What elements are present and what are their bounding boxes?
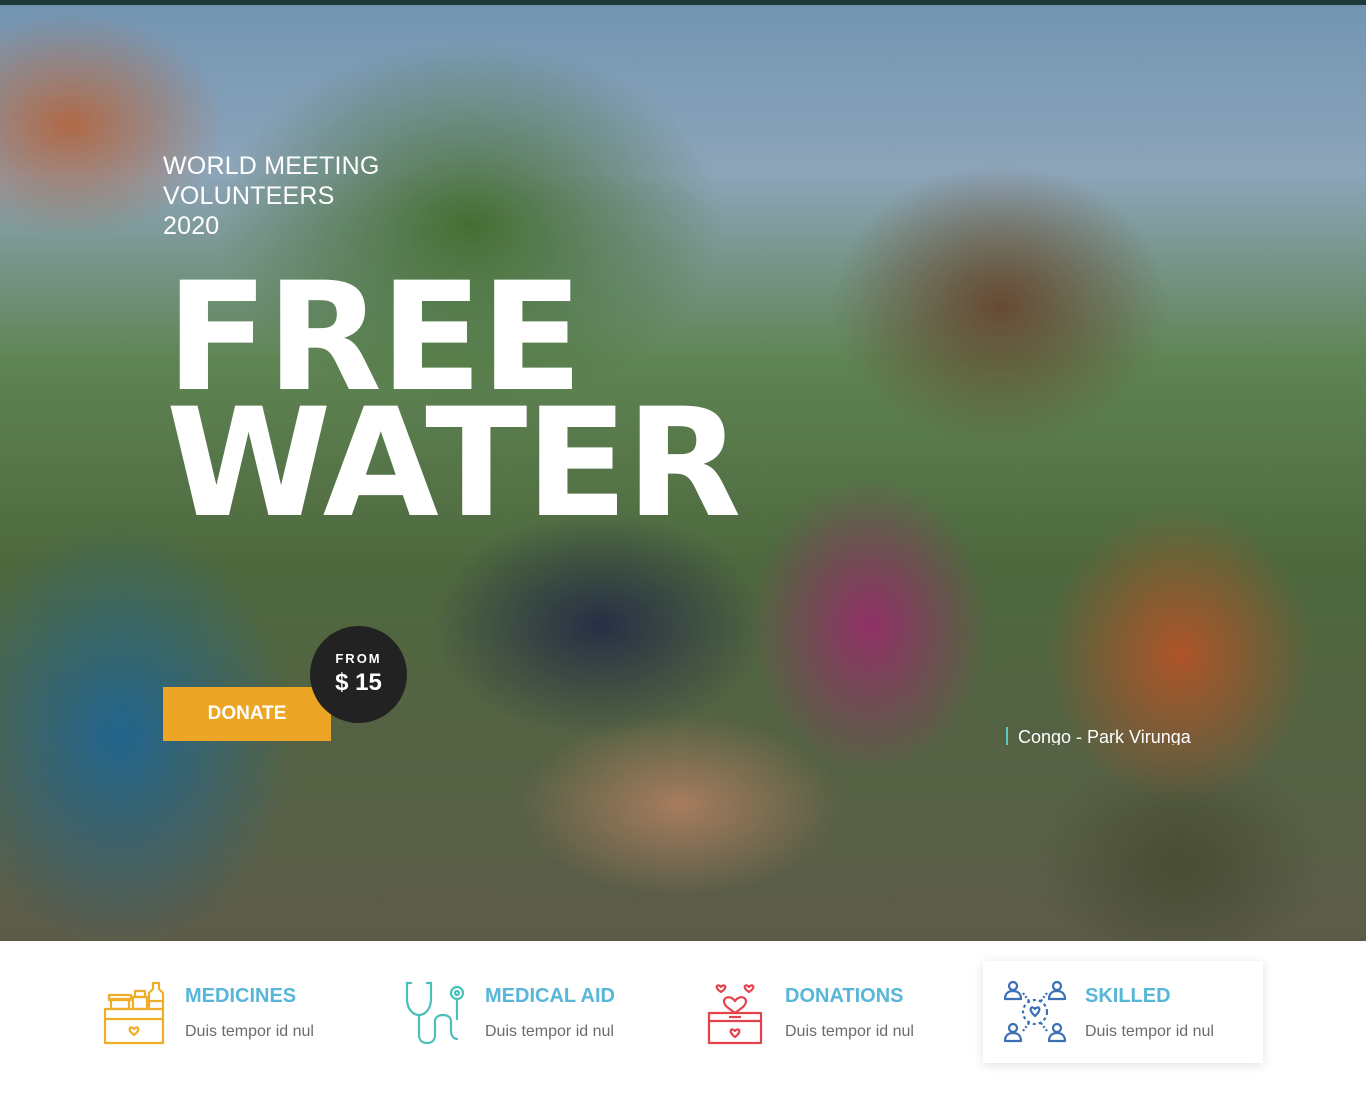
feature-title: DONATIONS [785, 985, 904, 1007]
hero-headline: FREE WATER [166, 263, 741, 551]
feature-description: Duis tempor id nul [785, 1023, 914, 1040]
price-label: FROM [335, 651, 382, 666]
feature-description: Duis tempor id nul [485, 1023, 614, 1040]
feature-medical-aid[interactable]: MEDICAL AID Duis tempor id nul [383, 961, 663, 1063]
feature-description: Duis tempor id nul [185, 1023, 314, 1040]
medicines-icon [103, 981, 165, 1045]
eyebrow-line: WORLD MEETING [163, 152, 380, 180]
donate-button[interactable]: DONATE [163, 687, 331, 741]
price-value: $ 15 [335, 669, 382, 696]
features-strip: MEDICINES Duis tempor id nul MEDICAL AID… [0, 941, 1366, 1093]
location-caption: Congo - Park Virunga [1006, 727, 1191, 745]
stethoscope-icon [405, 981, 465, 1045]
feature-medicines[interactable]: MEDICINES Duis tempor id nul [83, 961, 363, 1063]
volunteers-network-icon [1003, 980, 1067, 1043]
feature-skilled[interactable]: SKILLED Duis tempor id nul [983, 961, 1263, 1063]
eyebrow-line: VOLUNTEERS [163, 182, 335, 210]
feature-title: MEDICINES [185, 985, 297, 1007]
feature-title: SKILLED [1085, 985, 1171, 1007]
feature-description: Duis tempor id nul [1085, 1023, 1214, 1040]
hero-eyebrow: WORLD MEETING VOLUNTEERS 2020 [163, 151, 483, 241]
feature-donations[interactable]: DONATIONS Duis tempor id nul [683, 961, 963, 1063]
headline-line: WATER [166, 377, 741, 551]
price-badge: FROM $ 15 [310, 626, 407, 723]
feature-title: MEDICAL AID [485, 985, 615, 1007]
eyebrow-line: 2020 [163, 212, 220, 240]
hero-banner: WORLD MEETING VOLUNTEERS 2020 FREE WATER… [0, 5, 1366, 941]
donation-box-icon [707, 984, 763, 1045]
